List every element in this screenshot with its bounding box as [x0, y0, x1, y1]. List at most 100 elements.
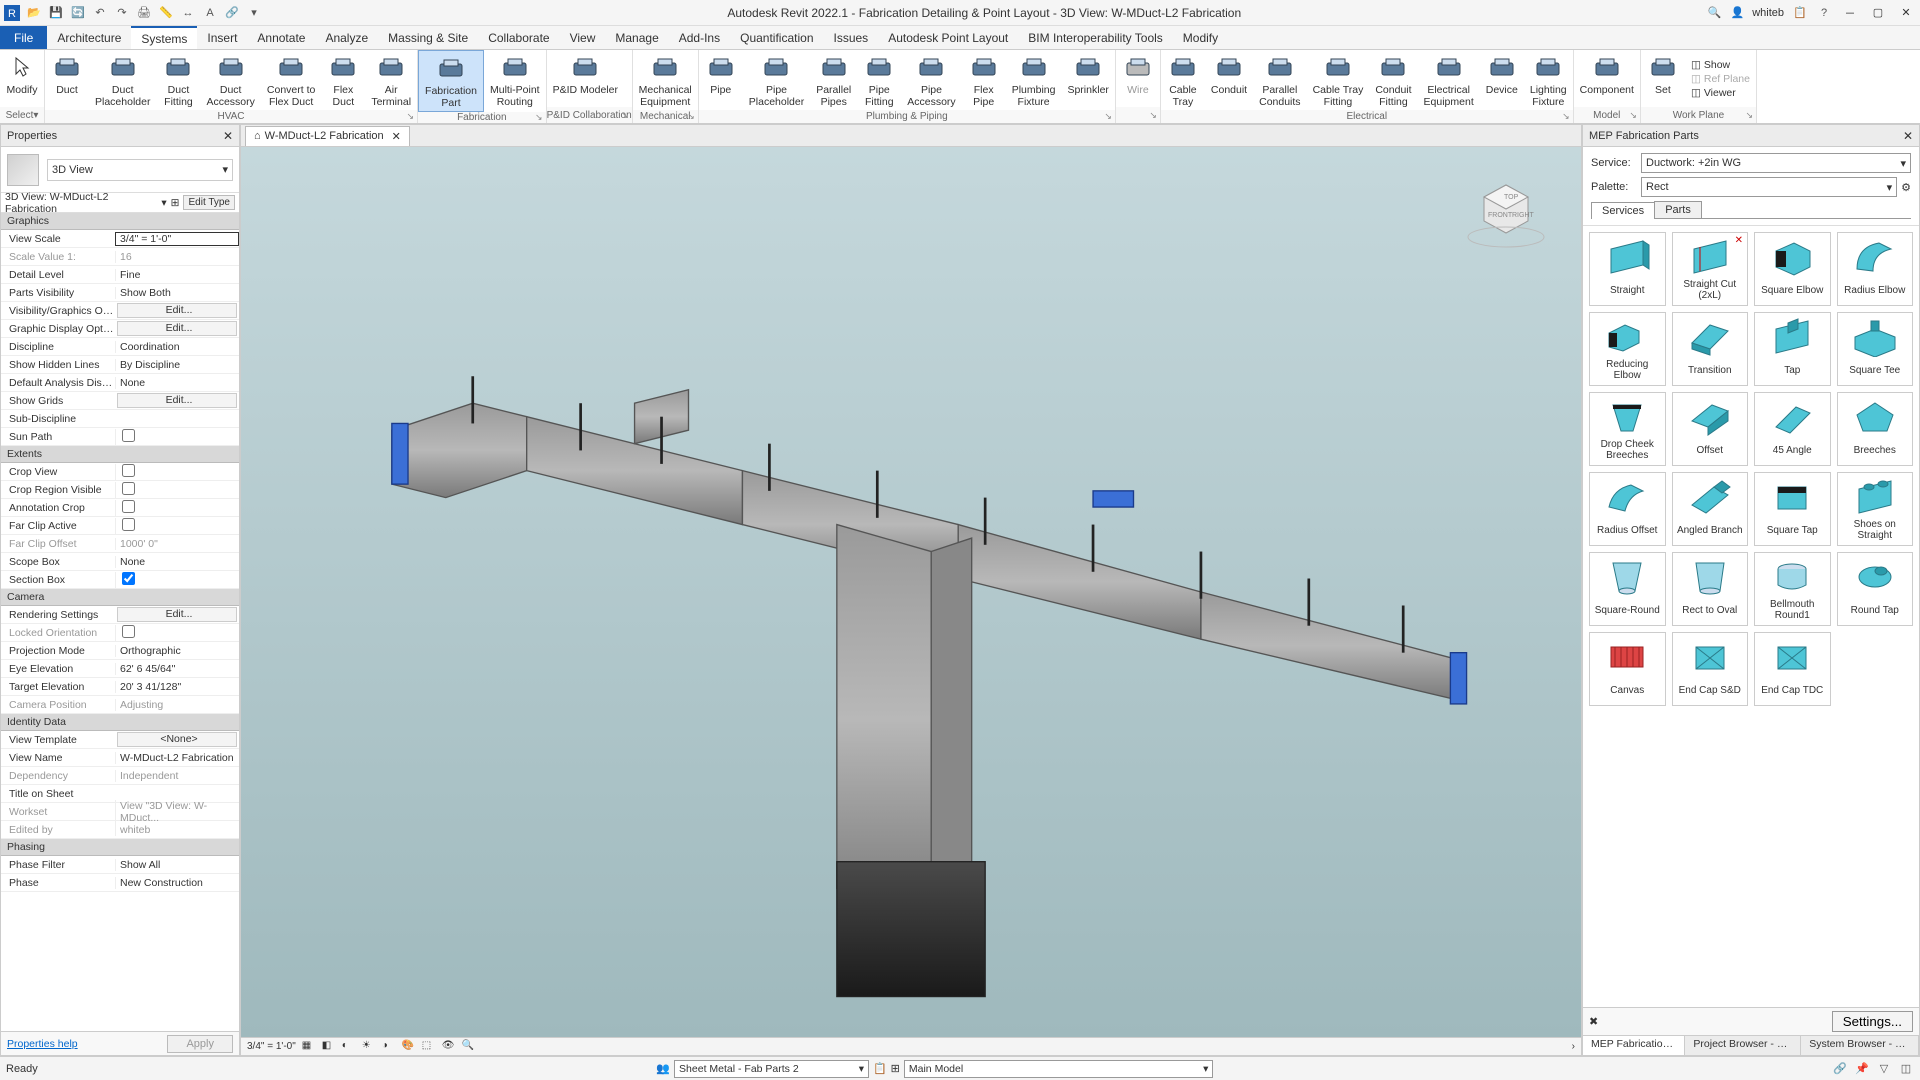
prop-value[interactable]: None	[115, 556, 239, 568]
fab-tool-icon[interactable]: ✖	[1589, 1015, 1598, 1028]
palette-settings-icon[interactable]: ⚙	[1901, 181, 1911, 194]
shadows-icon[interactable]: ◑	[382, 1040, 396, 1054]
tab-insert[interactable]: Insert	[197, 26, 247, 49]
view-scale-label[interactable]: 3/4" = 1'-0"	[247, 1041, 296, 1052]
part-drop-cheek-breeches[interactable]: Drop Cheek Breeches	[1589, 392, 1666, 466]
filter-icon[interactable]: ▽	[1876, 1061, 1892, 1077]
convert-to-flex-duct-button[interactable]: Convert toFlex Duct	[261, 50, 321, 110]
part-rect-to-oval[interactable]: Rect to Oval	[1672, 552, 1749, 626]
dimension-icon[interactable]: ↔	[180, 5, 196, 21]
select-links-icon[interactable]: 🔗	[1832, 1061, 1848, 1077]
tab-manage[interactable]: Manage	[605, 26, 668, 49]
lighting-fixture-button[interactable]: LightingFixture	[1524, 50, 1573, 110]
fabrication-part-button[interactable]: FabricationPart	[418, 50, 484, 112]
part-end-cap-tdc[interactable]: End Cap TDC	[1754, 632, 1831, 706]
select-elements-icon[interactable]: ◫	[1898, 1061, 1914, 1077]
tab-autodesk-point-layout[interactable]: Autodesk Point Layout	[878, 26, 1018, 49]
part-reducing-elbow[interactable]: Reducing Elbow	[1589, 312, 1666, 386]
search-icon[interactable]: 🔍	[1707, 5, 1723, 21]
prop-value[interactable]: Coordination	[115, 341, 239, 353]
prop-value[interactable]: Edit...	[117, 321, 237, 336]
duct-fitting-button[interactable]: DuctFitting	[156, 50, 200, 110]
parallel-conduits-button[interactable]: ParallelConduits	[1253, 50, 1306, 110]
render-icon[interactable]: 🎨	[402, 1040, 416, 1054]
bottom-tab-2[interactable]: System Browser - Fabric...	[1801, 1036, 1919, 1055]
plumbing-fixture-button[interactable]: PlumbingFixture	[1006, 50, 1062, 110]
measure-icon[interactable]: 📏	[158, 5, 174, 21]
duct-accessory-button[interactable]: DuctAccessory	[200, 50, 260, 110]
more-qat-icon[interactable]: ▾	[246, 5, 262, 21]
tab-systems[interactable]: Systems	[131, 26, 197, 49]
set-button[interactable]: Set	[1641, 50, 1685, 107]
cable-tray-button[interactable]: CableTray	[1161, 50, 1205, 110]
close-view-icon[interactable]: ✕	[392, 130, 401, 143]
redo-icon[interactable]: ↷	[114, 5, 130, 21]
detail-icon[interactable]: ◧	[322, 1040, 336, 1054]
prop-value[interactable]	[115, 500, 239, 516]
instance-name[interactable]: 3D View: W-MDuct-L2 Fabrication	[5, 191, 157, 215]
prop-value[interactable]: Fine	[115, 269, 239, 281]
prop-value[interactable]: Show Both	[115, 287, 239, 299]
scale-icon[interactable]: ▦	[302, 1040, 316, 1054]
service-select[interactable]: Ductwork: +2in WG▾	[1641, 153, 1911, 173]
prop-section-extents[interactable]: Extents	[1, 446, 239, 463]
user-icon[interactable]: 👤	[1731, 6, 1745, 19]
ribbon-group-misc[interactable]: ↘	[1116, 107, 1160, 123]
select-pinned-icon[interactable]: 📌	[1854, 1061, 1870, 1077]
3d-viewport[interactable]: TOP FRONT RIGHT	[241, 147, 1581, 1037]
tab-bim-interoperability-tools[interactable]: BIM Interoperability Tools	[1018, 26, 1173, 49]
p-id-modeler-button[interactable]: P&ID Modeler	[547, 50, 624, 107]
open-icon[interactable]: 📂	[26, 5, 42, 21]
tab-issues[interactable]: Issues	[824, 26, 879, 49]
flex-duct-button[interactable]: FlexDuct	[321, 50, 365, 110]
undo-icon[interactable]: ↶	[92, 5, 108, 21]
pipe-fitting-button[interactable]: PipeFitting	[857, 50, 901, 110]
tab-annotate[interactable]: Annotate	[247, 26, 315, 49]
palette-select[interactable]: Rect▾	[1641, 177, 1897, 197]
mechanical-equipment-button[interactable]: MechanicalEquipment	[633, 50, 698, 110]
conduit-fitting-button[interactable]: ConduitFitting	[1369, 50, 1417, 110]
remove-icon[interactable]: ✕	[1735, 235, 1743, 246]
part-breeches[interactable]: Breeches	[1837, 392, 1914, 466]
scroll-right-icon[interactable]: ›	[1572, 1041, 1575, 1052]
prop-value[interactable]: Orthographic	[115, 645, 239, 657]
duct-button[interactable]: Duct	[45, 50, 89, 110]
editable-icon[interactable]: 📋	[873, 1062, 887, 1075]
sun-icon[interactable]: ☀	[362, 1040, 376, 1054]
model-select[interactable]: Main Model▾	[904, 1060, 1214, 1078]
multi-point-routing-button[interactable]: Multi-PointRouting	[484, 50, 546, 112]
prop-value[interactable]: 62' 6 45/64"	[115, 663, 239, 675]
conduit-button[interactable]: Conduit	[1205, 50, 1253, 110]
wire-button[interactable]: Wire	[1116, 50, 1160, 107]
prop-section-camera[interactable]: Camera	[1, 589, 239, 606]
part-straight[interactable]: Straight	[1589, 232, 1666, 306]
part-offset[interactable]: Offset	[1672, 392, 1749, 466]
duct-placeholder-button[interactable]: DuctPlaceholder	[89, 50, 156, 110]
prop-value[interactable]: 3/4" = 1'-0"	[115, 232, 239, 246]
bottom-tab-1[interactable]: Project Browser - Fabric...	[1685, 1036, 1801, 1055]
close-fabrication-icon[interactable]: ✕	[1903, 129, 1913, 143]
prop-section-graphics[interactable]: Graphics	[1, 213, 239, 230]
parallel-pipes-button[interactable]: ParallelPipes	[810, 50, 857, 110]
prop-value[interactable]: <None>	[117, 732, 237, 747]
view-cube[interactable]: TOP FRONT RIGHT	[1461, 167, 1551, 257]
print-icon[interactable]: 🖨	[136, 5, 152, 21]
prop-value[interactable]	[115, 518, 239, 534]
pipe-accessory-button[interactable]: PipeAccessory	[901, 50, 961, 110]
prop-value[interactable]	[115, 429, 239, 445]
close-properties-icon[interactable]: ✕	[223, 129, 233, 143]
part-angled-branch[interactable]: Angled Branch	[1672, 472, 1749, 546]
apply-button[interactable]: Apply	[167, 1035, 233, 1053]
tab-modify[interactable]: Modify	[1173, 26, 1228, 49]
crop-icon[interactable]: ⬚	[422, 1040, 436, 1054]
part-bellmouth-round1[interactable]: Bellmouth Round1	[1754, 552, 1831, 626]
pipe-placeholder-button[interactable]: PipePlaceholder	[743, 50, 810, 110]
part-shoes-on-straight[interactable]: Shoes on Straight	[1837, 472, 1914, 546]
prop-value[interactable]: Edit...	[117, 303, 237, 318]
minimize-button[interactable]: －	[1840, 3, 1860, 23]
workset-select[interactable]: Sheet Metal - Fab Parts 2▾	[674, 1060, 869, 1078]
part-radius-elbow[interactable]: Radius Elbow	[1837, 232, 1914, 306]
part-radius-offset[interactable]: Radius Offset	[1589, 472, 1666, 546]
edit-type-button[interactable]: Edit Type	[183, 195, 235, 210]
ribbon-group-p-id-collaboration[interactable]: P&ID Collaboration↘	[547, 107, 632, 123]
